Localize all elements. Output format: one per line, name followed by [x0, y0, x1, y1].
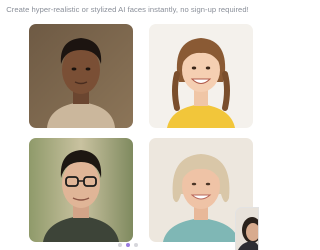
face-card-young-man[interactable] [29, 24, 133, 128]
portrait-young-man-icon [29, 24, 133, 128]
carousel-dot-2-active[interactable] [125, 243, 130, 247]
face-card-smiling-girl[interactable] [149, 24, 253, 128]
carousel-dot-1[interactable] [117, 243, 122, 247]
portrait-smiling-girl-icon [149, 24, 253, 128]
page-subtitle: Create hyper-realistic or stylized AI fa… [6, 5, 249, 14]
face-card-man-glasses[interactable] [29, 138, 133, 242]
carousel-dot-3[interactable] [133, 243, 138, 247]
portrait-man-glasses-icon [29, 138, 133, 242]
carousel-dots [0, 243, 255, 249]
